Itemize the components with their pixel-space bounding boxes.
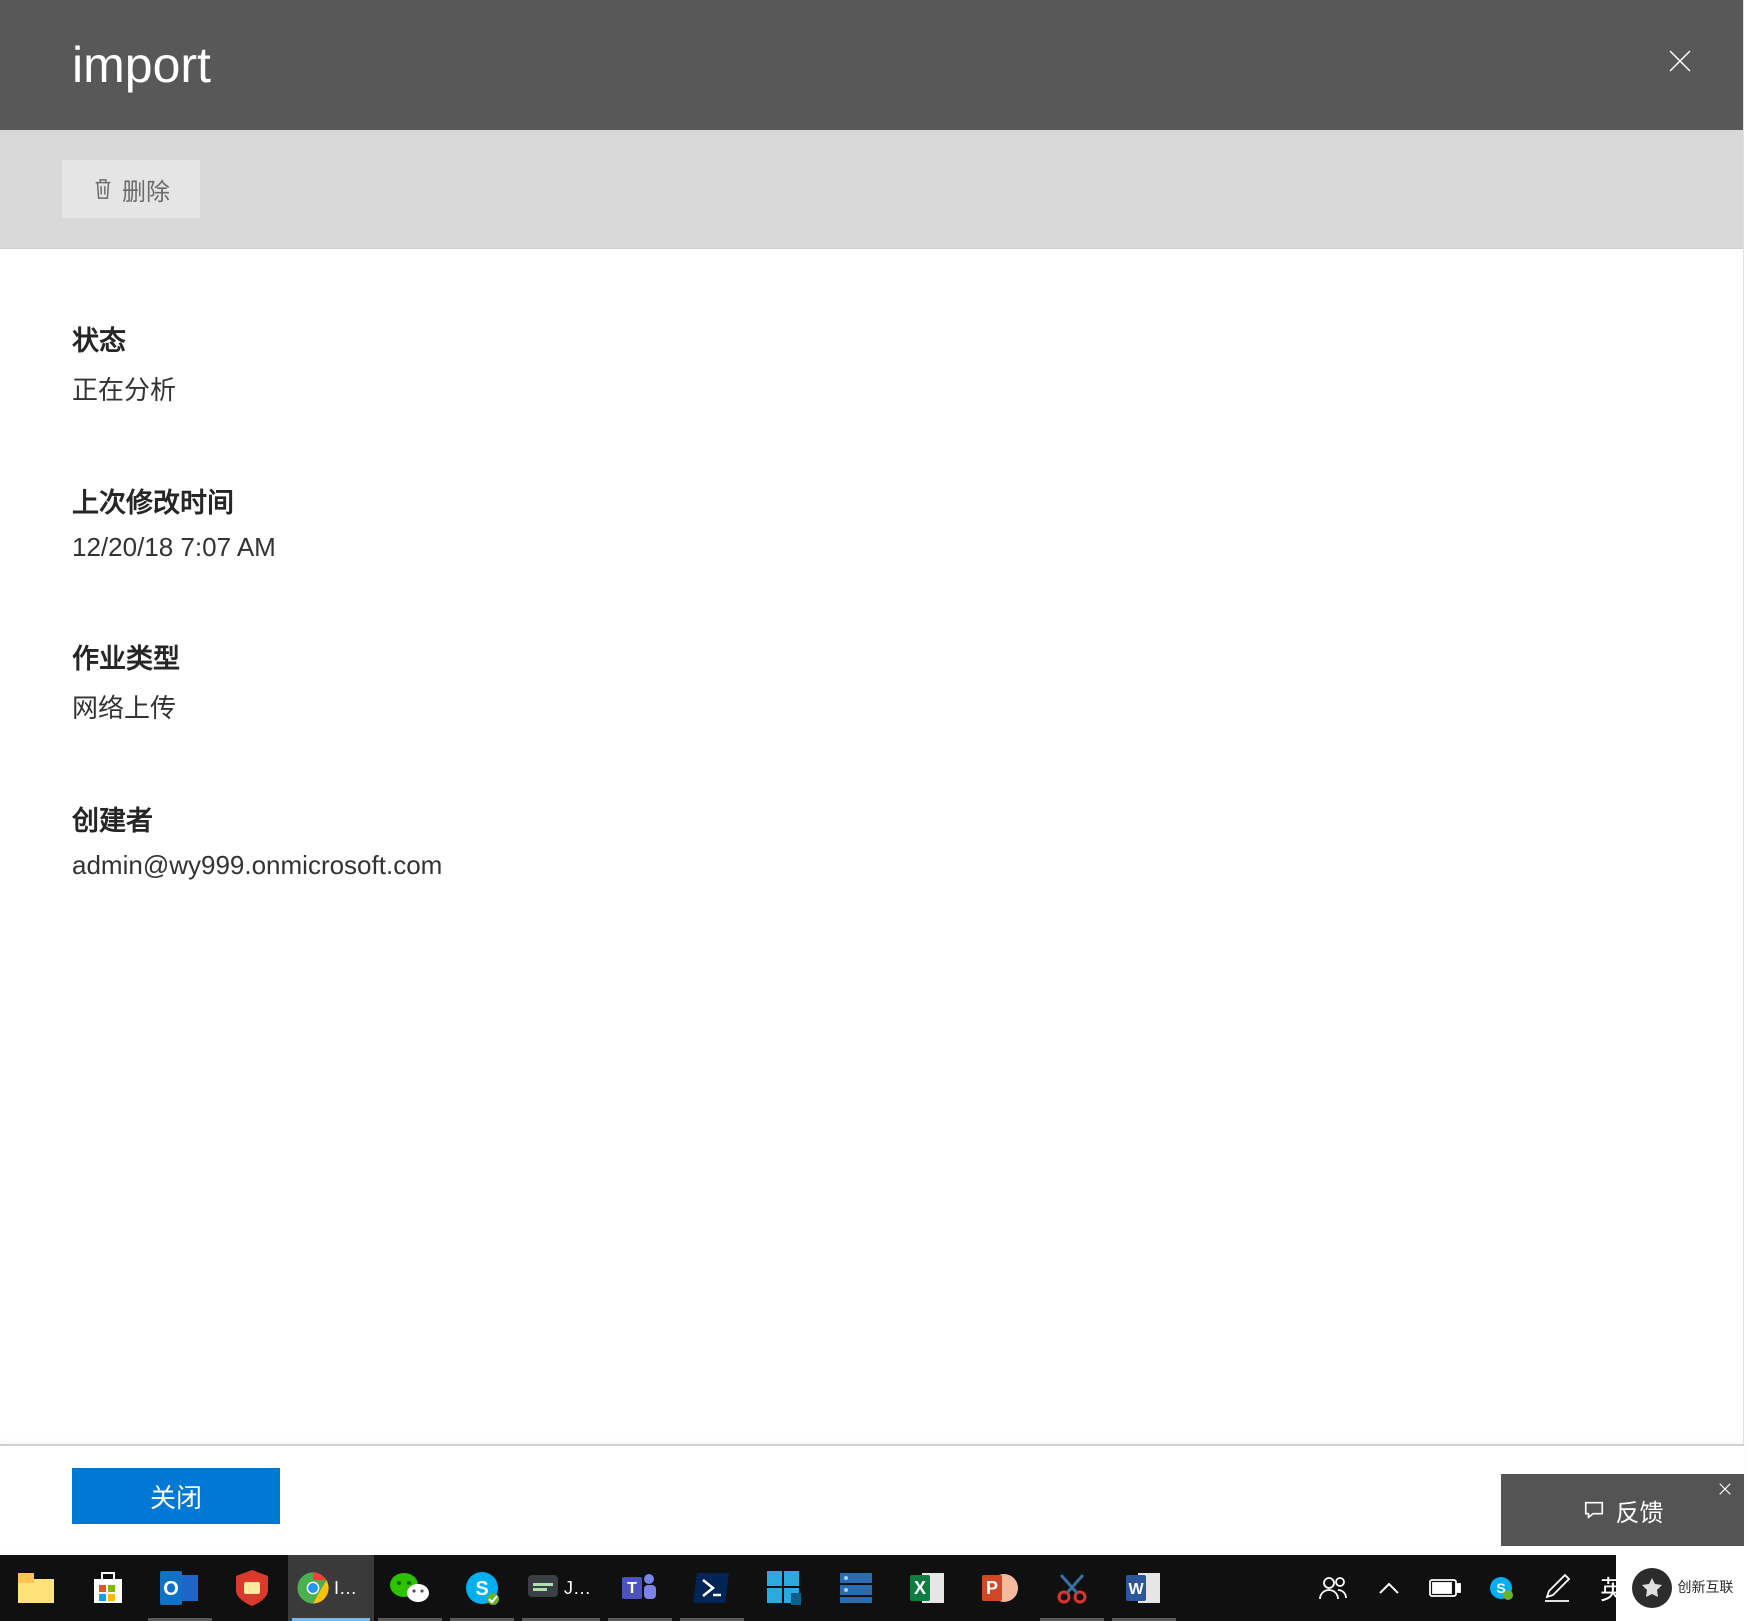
- watermark-badge-icon: [1632, 1568, 1672, 1608]
- field-label: 作业类型: [72, 637, 1743, 676]
- field-status: 状态 正在分析: [72, 319, 1743, 407]
- skype-business-icon[interactable]: S: [446, 1555, 518, 1621]
- field-label: 状态: [72, 319, 1743, 358]
- panel-title: import: [72, 36, 211, 94]
- chat-icon: [1582, 1499, 1606, 1521]
- delete-button-label: 删除: [122, 172, 170, 207]
- outlook-icon[interactable]: O: [144, 1555, 216, 1621]
- jabber-icon[interactable]: J…: [518, 1555, 604, 1621]
- field-label: 上次修改时间: [72, 481, 1743, 520]
- panel-header: import: [0, 0, 1743, 130]
- field-value: admin@wy999.onmicrosoft.com: [72, 850, 1743, 881]
- field-label: 创建者: [72, 799, 1743, 838]
- taskbar-app-label: I…: [334, 1578, 357, 1599]
- tray-chevron-icon[interactable]: [1361, 1555, 1417, 1621]
- field-value: 12/20/18 7:07 AM: [72, 532, 1743, 563]
- feedback-button[interactable]: 反馈: [1501, 1493, 1744, 1528]
- windows-taskbar: O I… S J… T X: [0, 1555, 1749, 1621]
- panel-content: 状态 正在分析 上次修改时间 12/20/18 7:07 AM 作业类型 网络上…: [0, 249, 1743, 1462]
- feedback-label: 反馈: [1616, 1493, 1664, 1528]
- server-manager-icon[interactable]: [820, 1555, 892, 1621]
- svg-text:X: X: [914, 1578, 926, 1598]
- watermark-logo: 创新互联: [1632, 1568, 1734, 1608]
- excel-icon[interactable]: X: [892, 1555, 964, 1621]
- file-explorer-icon[interactable]: [0, 1555, 72, 1621]
- field-job-type: 作业类型 网络上传: [72, 637, 1743, 725]
- panel-footer: 关闭: [0, 1444, 1744, 1546]
- microsoft-store-icon[interactable]: [72, 1555, 144, 1621]
- people-icon[interactable]: [1305, 1555, 1361, 1621]
- taskbar-left: O I… S J… T X: [0, 1555, 1180, 1621]
- field-modified: 上次修改时间 12/20/18 7:07 AM: [72, 481, 1743, 563]
- svg-text:O: O: [163, 1578, 179, 1600]
- taskbar-app-label: J…: [564, 1578, 591, 1599]
- svg-text:T: T: [627, 1580, 637, 1597]
- watermark: 创新互联: [1616, 1555, 1749, 1621]
- ink-workspace-icon[interactable]: [1529, 1555, 1585, 1621]
- delete-button[interactable]: 删除: [62, 160, 200, 218]
- skype-tray-icon[interactable]: S: [1473, 1555, 1529, 1621]
- field-value: 网络上传: [72, 688, 1743, 725]
- svg-text:W: W: [1128, 1581, 1144, 1598]
- powershell-icon[interactable]: [676, 1555, 748, 1621]
- close-icon[interactable]: [1665, 46, 1695, 84]
- feedback-bar: 反馈: [1501, 1474, 1744, 1546]
- feedback-close-icon[interactable]: [1716, 1478, 1734, 1504]
- svg-text:S: S: [475, 1578, 488, 1600]
- field-creator: 创建者 admin@wy999.onmicrosoft.com: [72, 799, 1743, 881]
- windows-admin-icon[interactable]: [748, 1555, 820, 1621]
- svg-text:P: P: [986, 1578, 998, 1598]
- word-icon[interactable]: W: [1108, 1555, 1180, 1621]
- command-bar: 删除: [0, 130, 1743, 249]
- teams-icon[interactable]: T: [604, 1555, 676, 1621]
- chrome-icon[interactable]: I…: [288, 1555, 374, 1621]
- battery-icon[interactable]: [1417, 1555, 1473, 1621]
- snipping-tool-icon[interactable]: [1036, 1555, 1108, 1621]
- powerpoint-icon[interactable]: P: [964, 1555, 1036, 1621]
- trash-icon: [92, 176, 114, 202]
- wechat-icon[interactable]: [374, 1555, 446, 1621]
- watermark-text: 创新互联: [1678, 1580, 1734, 1595]
- close-button[interactable]: 关闭: [72, 1468, 280, 1524]
- huorong-icon[interactable]: [216, 1555, 288, 1621]
- field-value: 正在分析: [72, 370, 1743, 407]
- import-panel: import 删除 状态 正在分析 上次修改时间 12/20/18 7:07 A…: [0, 0, 1744, 1462]
